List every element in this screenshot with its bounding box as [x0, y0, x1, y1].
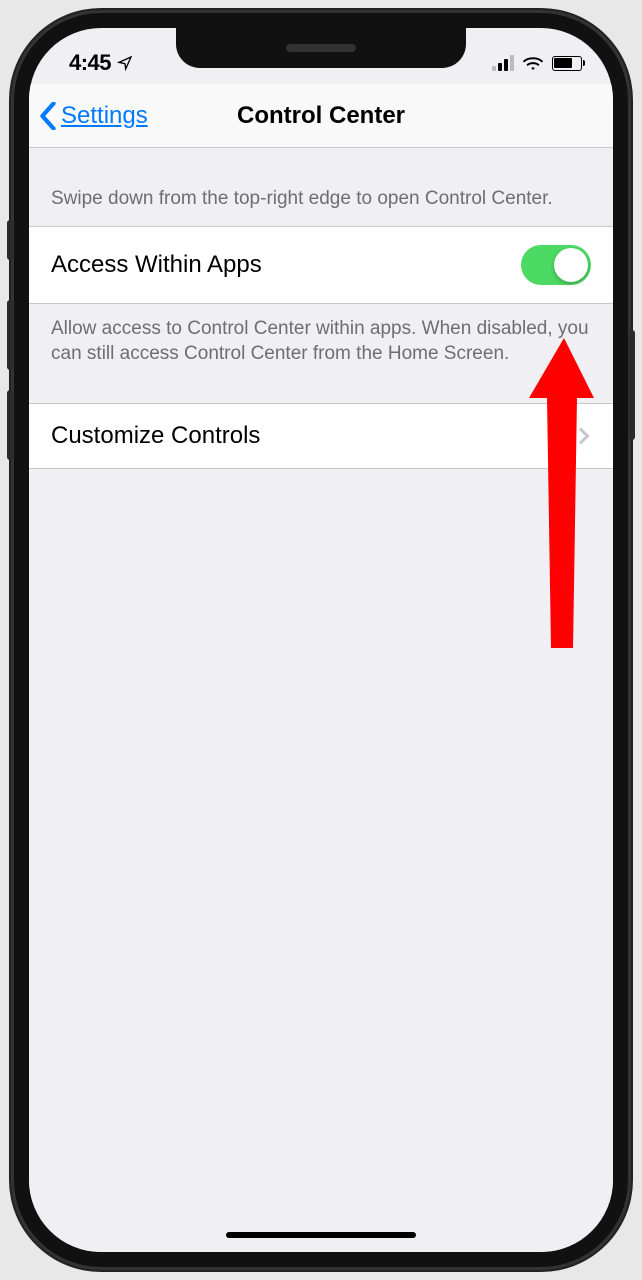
wifi-icon: [522, 55, 544, 71]
back-label: Settings: [61, 102, 148, 130]
access-within-apps-row[interactable]: Access Within Apps: [29, 226, 613, 304]
home-indicator[interactable]: [226, 1232, 416, 1238]
status-right: [492, 55, 586, 71]
screen: 4:45: [29, 28, 613, 1252]
access-within-apps-label: Access Within Apps: [51, 251, 262, 279]
power-button: [629, 330, 635, 440]
volume-down-button: [7, 390, 13, 460]
chevron-left-icon: [39, 102, 57, 130]
toggle-knob: [554, 248, 588, 282]
battery-icon: [552, 56, 586, 71]
back-button[interactable]: Settings: [39, 84, 148, 147]
status-time: 4:45: [69, 50, 111, 76]
status-left: 4:45: [69, 50, 133, 76]
location-icon: [117, 55, 133, 71]
notch: [176, 28, 466, 68]
customize-controls-label: Customize Controls: [51, 422, 260, 450]
spacer: [29, 381, 613, 403]
intro-text: Swipe down from the top-right edge to op…: [29, 148, 613, 226]
nav-bar: Settings Control Center: [29, 84, 613, 148]
mute-switch: [7, 220, 13, 260]
page-title: Control Center: [237, 102, 405, 130]
volume-up-button: [7, 300, 13, 370]
customize-controls-row[interactable]: Customize Controls: [29, 403, 613, 469]
device-frame: 4:45: [11, 10, 631, 1270]
access-within-apps-toggle[interactable]: [521, 245, 591, 285]
chevron-right-icon: [573, 427, 590, 444]
access-within-apps-footer: Allow access to Control Center within ap…: [29, 304, 613, 381]
cell-signal-icon: [492, 55, 514, 71]
content-area: Swipe down from the top-right edge to op…: [29, 148, 613, 1252]
speaker-grille: [286, 44, 356, 52]
